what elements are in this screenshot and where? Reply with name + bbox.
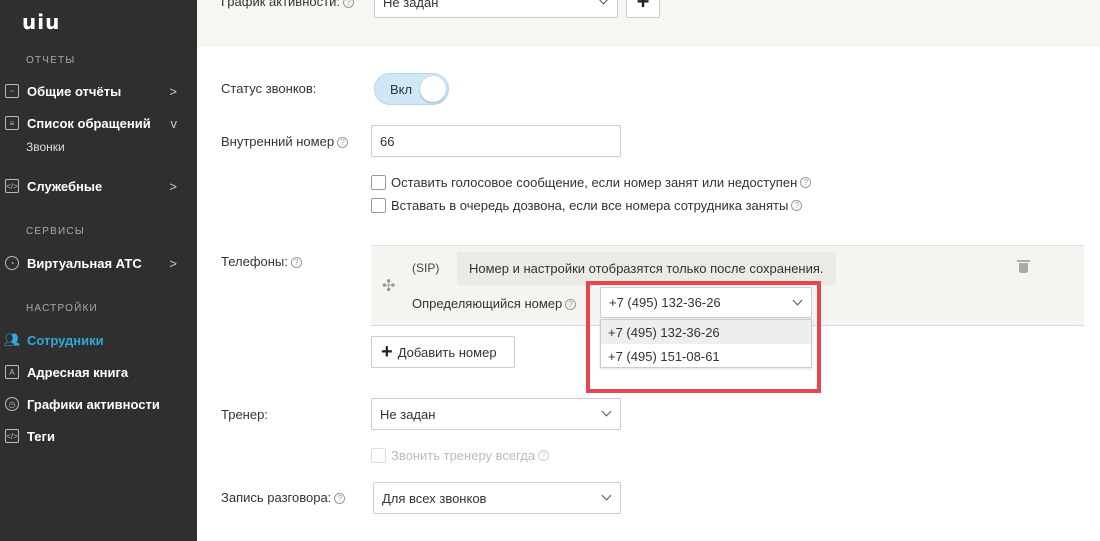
voicemail-checkbox-label: Оставить голосовое сообщение, если номер…: [391, 175, 798, 190]
toggle-label: Вкл: [390, 82, 413, 97]
drag-handle-icon[interactable]: ✣: [382, 276, 395, 296]
call-status-label: Статус звонков:: [221, 81, 317, 96]
activity-schedule-select[interactable]: Не задан: [374, 0, 618, 18]
list-icon: ≡: [5, 116, 19, 130]
plus-icon: +: [381, 341, 393, 363]
sidebar-item-employees[interactable]: 👥︎ Сотрудники: [0, 329, 197, 351]
help-icon[interactable]: ?: [565, 299, 577, 311]
call-trainer-checkbox: [371, 448, 386, 463]
call-status-toggle[interactable]: Вкл: [374, 73, 449, 105]
sidebar-item-address-book[interactable]: A Адресная книга: [0, 361, 197, 383]
add-schedule-button[interactable]: +: [626, 0, 660, 18]
call-trainer-checkbox-label: Звонить тренеру всегда: [391, 448, 536, 463]
help-icon: ?: [538, 450, 550, 461]
internal-number-label: Внутренний номер?: [221, 134, 349, 149]
sidebar: uiu ОТЧЕТЫ ~ Общие отчёты > ≡ Список обр…: [0, 0, 197, 541]
trash-icon[interactable]: [1017, 260, 1030, 273]
users-icon: 👥︎: [3, 332, 21, 347]
add-number-label: Добавить номер: [397, 344, 497, 360]
chart-icon: ~: [5, 84, 19, 98]
recording-label: Запись разговора:?: [221, 490, 346, 505]
logo[interactable]: uiu: [22, 10, 60, 34]
queue-checkbox-label: Вставать в очередь дозвона, если все ном…: [391, 198, 789, 213]
section-title-services: СЕРВИСЫ: [26, 226, 85, 237]
highlight-frame: [586, 281, 821, 393]
call-trainer-checkbox-row: Звонить тренеру всегда?: [371, 448, 550, 463]
voicemail-checkbox[interactable]: [371, 175, 386, 190]
chevron-right-icon: >: [169, 255, 177, 271]
sidebar-item-virtual-pbx[interactable]: ◔ Виртуальная АТС >: [0, 252, 197, 274]
tag-icon: </>: [5, 429, 19, 443]
queue-checkbox-row[interactable]: Вставать в очередь дозвона, если все ном…: [371, 198, 803, 213]
toggle-knob: [420, 76, 446, 102]
help-icon[interactable]: ?: [290, 257, 302, 269]
chevron-down-icon: [601, 406, 612, 417]
help-icon[interactable]: ?: [337, 137, 349, 149]
sidebar-item-requests-list[interactable]: ≡ Список обращений v: [0, 112, 197, 134]
sidebar-item-label: Теги: [27, 428, 55, 444]
sidebar-item-label: Адресная книга: [27, 364, 129, 380]
trainer-select[interactable]: Не задан: [371, 398, 621, 430]
activity-schedule-value: Не задан: [383, 0, 439, 10]
sidebar-item-general-reports[interactable]: ~ Общие отчёты >: [0, 80, 197, 102]
section-title-settings: НАСТРОЙКИ: [26, 303, 98, 314]
recording-select[interactable]: Для всех звонков: [373, 482, 621, 514]
sidebar-item-label: Служебные: [27, 178, 103, 194]
sidebar-item-label: Виртуальная АТС: [27, 255, 142, 271]
sidebar-item-label: Общие отчёты: [27, 83, 122, 99]
help-icon[interactable]: ?: [800, 177, 812, 188]
chevron-right-icon: >: [169, 178, 177, 194]
voicemail-checkbox-row[interactable]: Оставить голосовое сообщение, если номер…: [371, 175, 812, 190]
chevron-down-icon: v: [170, 115, 178, 131]
sidebar-subitem-calls[interactable]: Звонки: [26, 140, 65, 154]
help-icon[interactable]: ?: [791, 200, 803, 211]
trainer-value: Не задан: [380, 406, 436, 422]
recording-value: Для всех звонков: [382, 490, 487, 506]
sidebar-item-label: Сотрудники: [27, 332, 104, 348]
sidebar-item-service[interactable]: </> Служебные >: [0, 175, 197, 197]
trainer-label: Тренер:: [221, 407, 268, 422]
help-icon[interactable]: ?: [334, 493, 346, 505]
section-title-reports: ОТЧЕТЫ: [26, 55, 76, 66]
sidebar-item-tags[interactable]: </> Теги: [0, 425, 197, 447]
help-icon[interactable]: ?: [342, 0, 354, 9]
chevron-right-icon: >: [169, 83, 177, 99]
phones-label: Телефоны:?: [221, 254, 302, 269]
chevron-down-icon: [598, 0, 609, 5]
sidebar-item-label: Список обращений: [27, 115, 151, 131]
sidebar-item-label: Графики активности: [27, 396, 160, 412]
pbx-icon: ◔: [5, 256, 19, 270]
chevron-down-icon: [601, 490, 612, 501]
activity-schedule-row: График активности:? Не задан +: [197, 0, 1100, 47]
queue-checkbox[interactable]: [371, 198, 386, 213]
code-icon: </>: [5, 179, 19, 193]
address-book-icon: A: [5, 365, 19, 379]
activity-schedule-label: График активности:?: [221, 0, 354, 9]
add-number-button[interactable]: + Добавить номер: [371, 336, 515, 368]
internal-number-input[interactable]: [371, 125, 621, 157]
clock-icon: ◷: [5, 397, 19, 411]
phone-type: (SIP): [412, 261, 440, 275]
caller-id-label: Определяющийся номер?: [412, 296, 577, 311]
sidebar-item-activity-schedules[interactable]: ◷ Графики активности: [0, 393, 197, 415]
